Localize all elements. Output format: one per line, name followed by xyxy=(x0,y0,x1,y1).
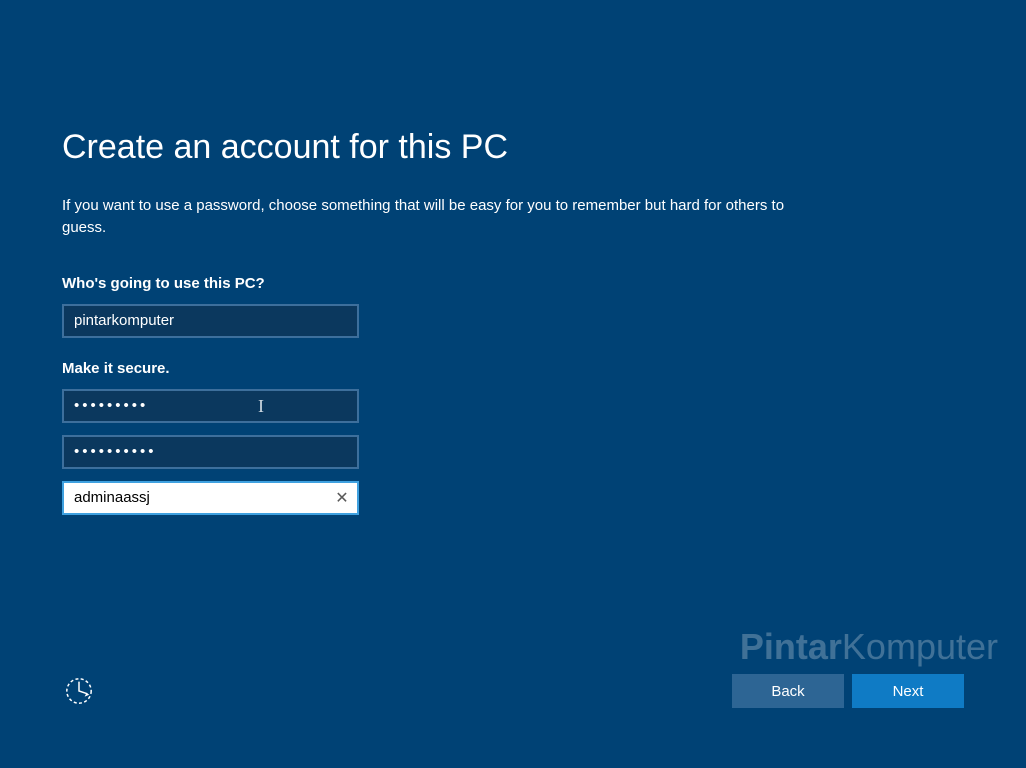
username-input[interactable] xyxy=(62,304,359,338)
back-button[interactable]: Back xyxy=(732,674,844,708)
password-hint-input[interactable] xyxy=(62,481,359,515)
clear-input-button[interactable]: ✕ xyxy=(329,485,355,511)
next-button[interactable]: Next xyxy=(852,674,964,708)
password-input[interactable] xyxy=(62,389,359,423)
ease-of-access-button[interactable] xyxy=(62,674,96,708)
page-description: If you want to use a password, choose so… xyxy=(62,195,822,239)
label-make-secure: Make it secure. xyxy=(62,360,964,377)
label-who-uses-pc: Who's going to use this PC? xyxy=(62,275,964,292)
ease-of-access-icon xyxy=(64,676,94,706)
watermark-text: PintarKomputer xyxy=(740,626,998,668)
close-icon: ✕ xyxy=(335,488,348,508)
confirm-password-input[interactable] xyxy=(62,435,359,469)
page-title: Create an account for this PC xyxy=(62,128,964,167)
